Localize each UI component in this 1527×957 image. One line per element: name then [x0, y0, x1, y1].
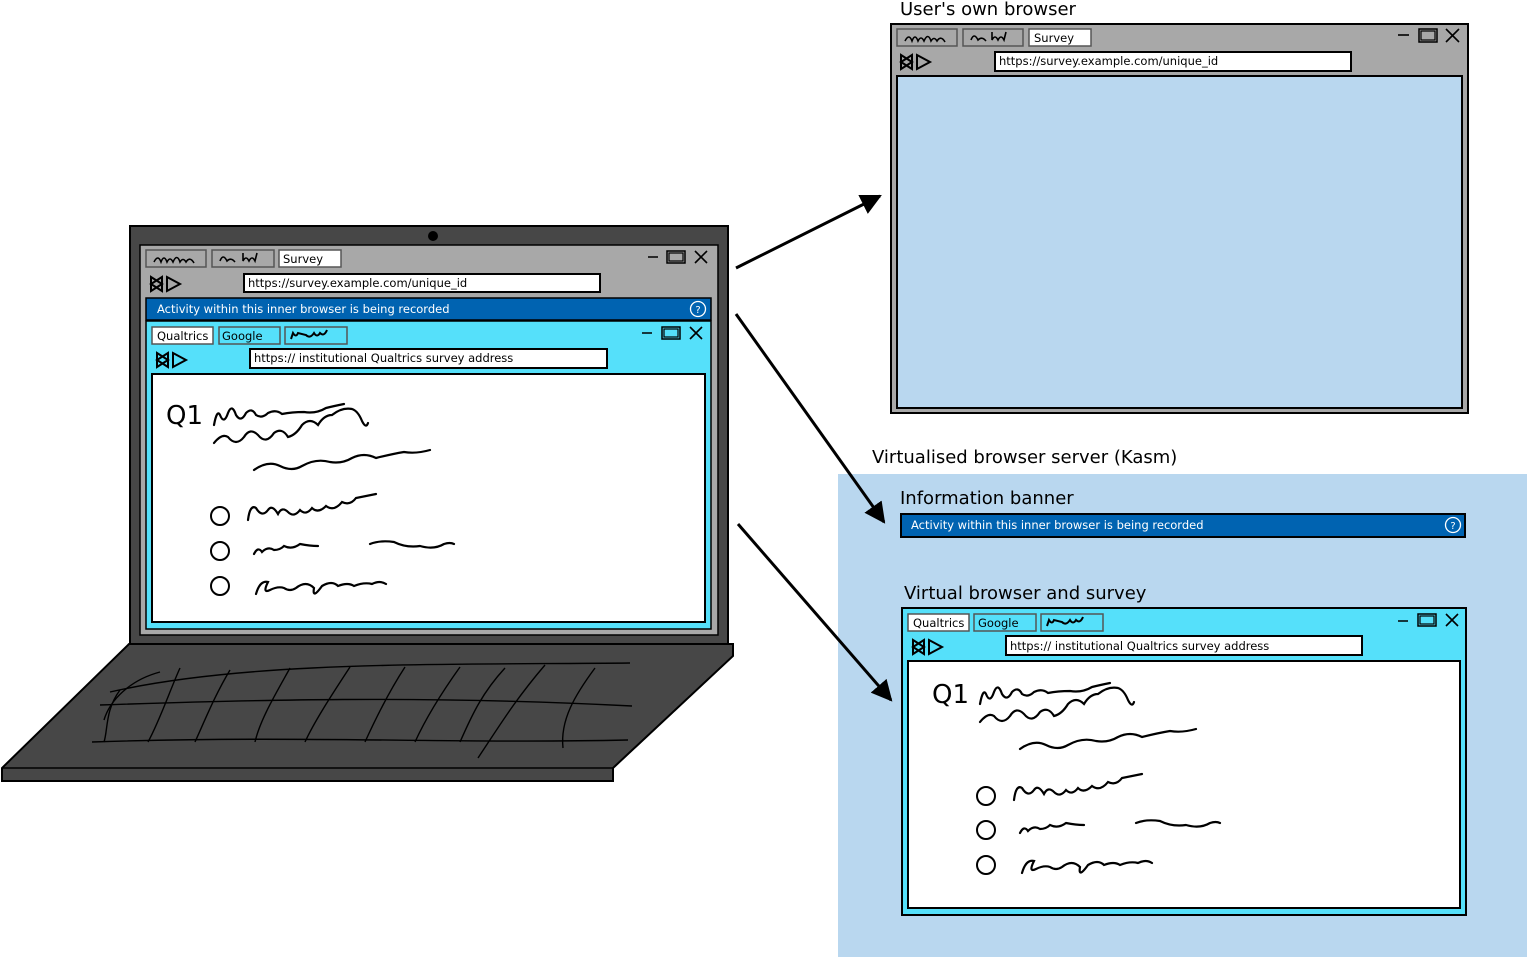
laptop-address-bar-url: https://survey.example.com/unique_id	[248, 276, 467, 290]
information-banner-text: Activity within this inner browser is be…	[911, 518, 1204, 532]
users-own-browser: Survey https://survey.example.com/unique…	[890, 23, 1469, 414]
diagram-canvas: Virtualised browser server (Kasm) User's…	[0, 0, 1527, 957]
virtual-address-bar-url: https:// institutional Qualtrics survey …	[1010, 639, 1269, 653]
laptop-help-icon-glyph: ?	[695, 305, 700, 316]
browser-viewport	[896, 75, 1463, 409]
banner-title: Information banner	[900, 488, 1074, 509]
help-icon-glyph: ?	[1450, 521, 1455, 532]
webcam-icon	[428, 231, 438, 241]
tab-survey-label: Survey	[1034, 31, 1074, 45]
laptop: Survey https://survey.example.com/unique…	[0, 225, 734, 782]
radio-button-icon[interactable]	[976, 786, 996, 806]
laptop-inner-address-bar-url: https:// institutional Qualtrics survey …	[254, 351, 513, 365]
laptop-base	[0, 643, 734, 782]
laptop-recording-banner-text: Activity within this inner browser is be…	[157, 302, 450, 316]
address-bar-url: https://survey.example.com/unique_id	[999, 54, 1218, 68]
radio-button-icon[interactable]	[976, 855, 996, 875]
information-banner: Activity within this inner browser is be…	[900, 513, 1466, 538]
virtual-browser: Qualtrics Google https:// institutional …	[901, 607, 1467, 916]
laptop-tab-google-label: Google	[222, 329, 263, 343]
radio-button-icon[interactable]	[210, 576, 230, 596]
radio-button-icon[interactable]	[210, 506, 230, 526]
tab-qualtrics-label: Qualtrics	[913, 616, 964, 630]
laptop-question-label: Q1	[166, 401, 203, 431]
users-browser-title: User's own browser	[900, 0, 1077, 20]
laptop-tab-qualtrics-label: Qualtrics	[157, 329, 208, 343]
server-title: Virtualised browser server (Kasm)	[872, 447, 1177, 468]
radio-button-icon[interactable]	[976, 820, 996, 840]
question-label: Q1	[932, 680, 969, 710]
tab-google-label: Google	[978, 616, 1019, 630]
laptop-tab-survey-label: Survey	[283, 252, 323, 266]
arrow-to-users-browser	[735, 194, 882, 270]
radio-button-icon[interactable]	[210, 541, 230, 561]
arrow-to-information-banner	[734, 313, 886, 524]
virtual-browser-title: Virtual browser and survey	[904, 583, 1147, 604]
